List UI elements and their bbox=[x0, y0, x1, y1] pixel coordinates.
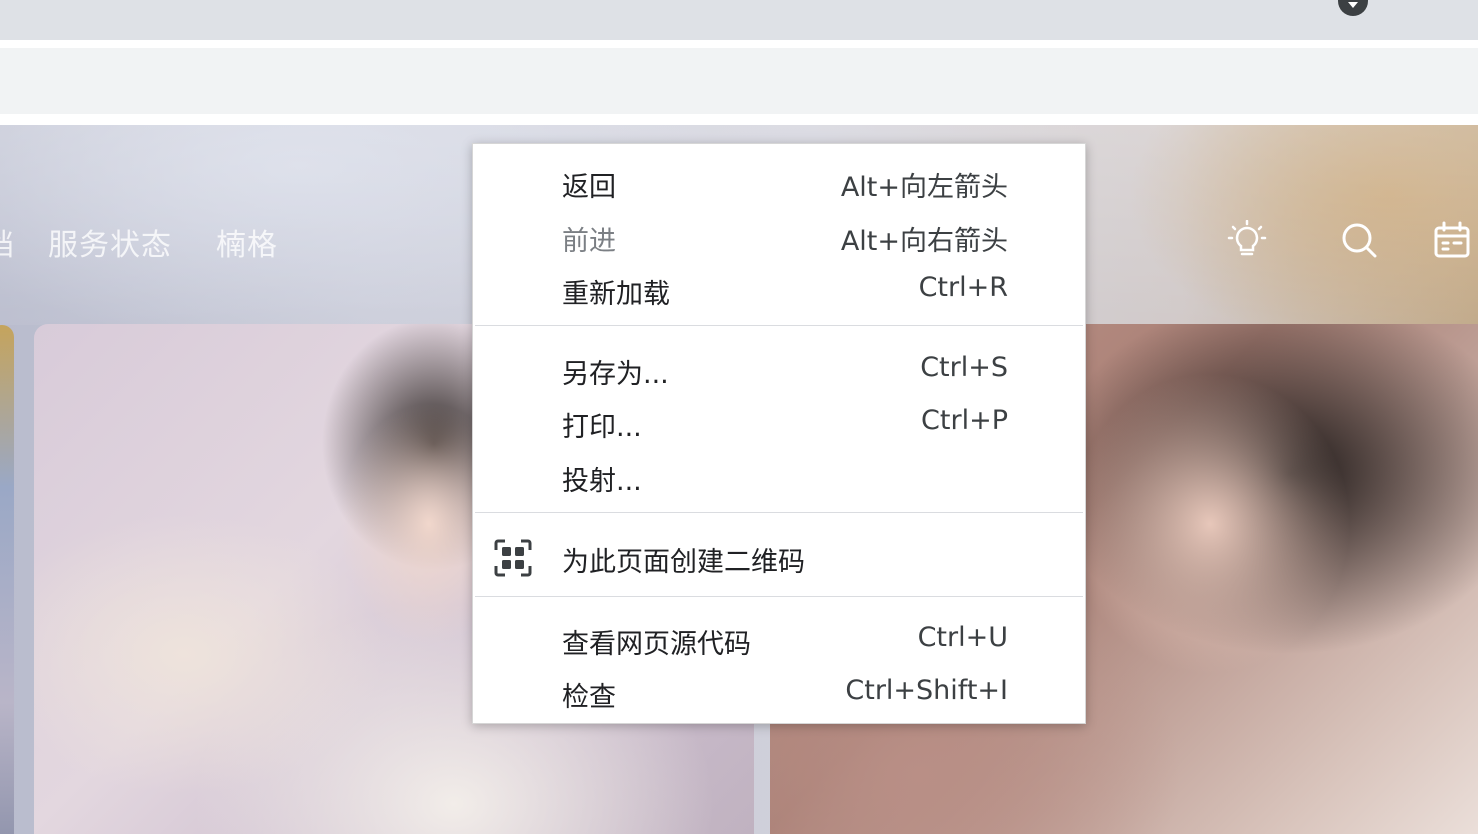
toolbar-divider bbox=[0, 114, 1478, 125]
menu-item-label: 投射... bbox=[562, 466, 642, 497]
menu-item-inspect[interactable]: 检查 Ctrl+Shift+I bbox=[473, 666, 1085, 716]
menu-item-shortcut: Ctrl+U bbox=[917, 622, 1008, 653]
menu-item-label: 查看网页源代码 bbox=[562, 629, 751, 660]
menu-item-label: 前进 bbox=[562, 226, 616, 257]
lightbulb-icon[interactable] bbox=[1227, 219, 1267, 260]
menu-item-back[interactable]: 返回 Alt+向左箭头 bbox=[473, 156, 1085, 206]
context-menu: 返回 Alt+向左箭头 前进 Alt+向右箭头 重新加载 Ctrl+R 另存为.… bbox=[472, 143, 1086, 724]
calendar-icon[interactable] bbox=[1432, 220, 1472, 260]
menu-item-create-qr-code[interactable]: 为此页面创建二维码 bbox=[473, 531, 1085, 581]
nav-item-nange[interactable]: 楠格 bbox=[216, 220, 278, 264]
browser-toolbar bbox=[0, 48, 1478, 114]
menu-item-shortcut: Alt+向左箭头 bbox=[840, 172, 1008, 203]
menu-item-reload[interactable]: 重新加载 Ctrl+R bbox=[473, 263, 1085, 313]
menu-item-save-as[interactable]: 另存为... Ctrl+S bbox=[473, 343, 1085, 393]
menu-item-shortcut: Alt+向右箭头 bbox=[840, 226, 1008, 257]
search-icon[interactable] bbox=[1339, 220, 1379, 260]
menu-separator bbox=[475, 596, 1083, 597]
browser-tab-strip bbox=[0, 0, 1478, 40]
gallery-card-partial[interactable] bbox=[0, 325, 14, 834]
menu-item-shortcut: Ctrl+Shift+I bbox=[845, 675, 1008, 706]
menu-separator bbox=[475, 325, 1083, 326]
menu-item-label: 重新加载 bbox=[562, 279, 670, 310]
tab-strip-divider bbox=[0, 40, 1478, 48]
menu-separator bbox=[475, 512, 1083, 513]
qr-code-icon bbox=[493, 538, 533, 578]
nav-item-service-status[interactable]: 服务状态 bbox=[48, 220, 172, 264]
nav-item-docs[interactable]: 档 bbox=[0, 220, 15, 264]
menu-item-label: 打印... bbox=[562, 412, 642, 443]
menu-item-forward[interactable]: 前进 Alt+向右箭头 bbox=[473, 210, 1085, 260]
menu-item-label: 返回 bbox=[562, 172, 616, 203]
menu-item-label: 另存为... bbox=[562, 359, 669, 390]
menu-item-shortcut: Ctrl+S bbox=[920, 352, 1008, 383]
menu-item-label: 为此页面创建二维码 bbox=[562, 547, 805, 578]
menu-item-print[interactable]: 打印... Ctrl+P bbox=[473, 396, 1085, 446]
menu-item-label: 检查 bbox=[562, 682, 616, 713]
menu-item-shortcut: Ctrl+P bbox=[921, 405, 1008, 436]
menu-item-cast[interactable]: 投射... bbox=[473, 450, 1085, 500]
profile-icon[interactable] bbox=[1338, 0, 1368, 16]
menu-item-view-source[interactable]: 查看网页源代码 Ctrl+U bbox=[473, 613, 1085, 663]
menu-item-shortcut: Ctrl+R bbox=[918, 272, 1008, 303]
